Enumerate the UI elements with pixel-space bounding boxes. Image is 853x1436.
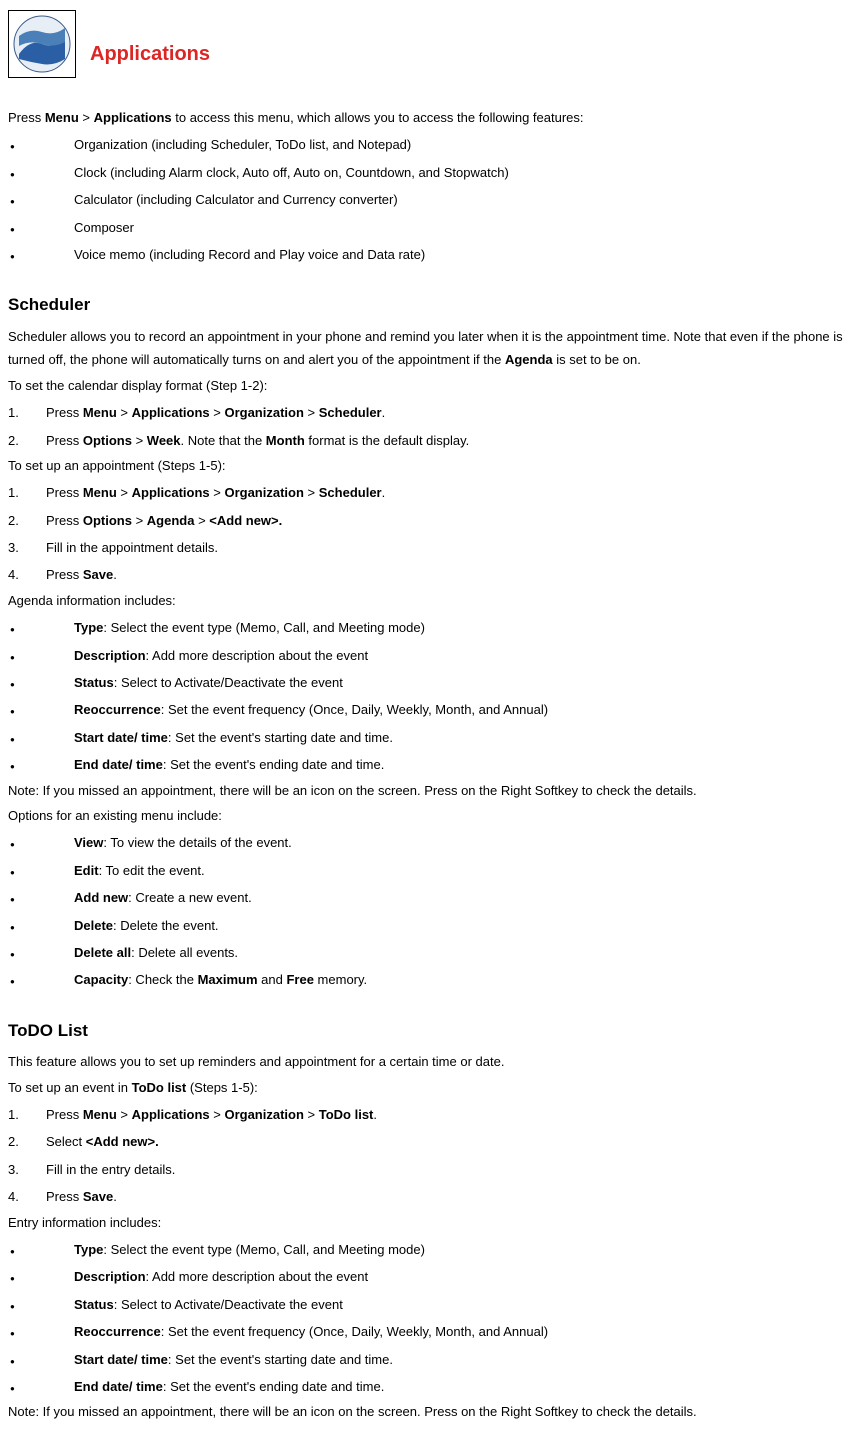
- list-item: 3.Fill in the entry details.: [8, 1156, 845, 1183]
- list-item: ●Organization (including Scheduler, ToDo…: [8, 131, 845, 158]
- page-title: Applications: [90, 36, 210, 72]
- list-item: 1.Press Menu > Applications > Organizati…: [8, 399, 845, 426]
- todo-steps: 1.Press Menu > Applications > Organizati…: [8, 1101, 845, 1211]
- list-item: 4.Press Save.: [8, 561, 845, 588]
- scheduler-calendar-steps: 1.Press Menu > Applications > Organizati…: [8, 399, 845, 454]
- list-item: ●Start date/ time: Set the event's start…: [8, 724, 845, 751]
- list-item: 1.Press Menu > Applications > Organizati…: [8, 1101, 845, 1128]
- list-item: ●End date/ time: Set the event's ending …: [8, 751, 845, 778]
- list-item: 2.Press Options > Week. Note that the Mo…: [8, 427, 845, 454]
- list-item: ●Calculator (including Calculator and Cu…: [8, 186, 845, 213]
- list-item: 4.Press Save.: [8, 1183, 845, 1210]
- scheduler-calendar-intro: To set the calendar display format (Step…: [8, 374, 845, 397]
- scheduler-heading: Scheduler: [8, 290, 845, 321]
- list-item: ●View: To view the details of the event.: [8, 829, 845, 856]
- applications-icon: [8, 10, 76, 78]
- list-item: ●Status: Select to Activate/Deactivate t…: [8, 669, 845, 696]
- agenda-intro: Agenda information includes:: [8, 589, 845, 612]
- list-item: ●Composer: [8, 214, 845, 241]
- todo-setup-intro: To set up an event in ToDo list (Steps 1…: [8, 1076, 845, 1099]
- entry-list: ●Type: Select the event type (Memo, Call…: [8, 1236, 845, 1400]
- entry-intro: Entry information includes:: [8, 1211, 845, 1234]
- list-item: ●Description: Add more description about…: [8, 1263, 845, 1290]
- list-item: ●Clock (including Alarm clock, Auto off,…: [8, 159, 845, 186]
- page-header: Applications: [8, 10, 845, 78]
- list-item: ●Start date/ time: Set the event's start…: [8, 1346, 845, 1373]
- list-item: ●Description: Add more description about…: [8, 642, 845, 669]
- list-item: ●Edit: To edit the event.: [8, 857, 845, 884]
- todo-note: Note: If you missed an appointment, ther…: [8, 1400, 845, 1423]
- list-item: 3.Fill in the appointment details.: [8, 534, 845, 561]
- options-intro: Options for an existing menu include:: [8, 804, 845, 827]
- list-item: 2.Press Options > Agenda > <Add new>.: [8, 507, 845, 534]
- agenda-list: ●Type: Select the event type (Memo, Call…: [8, 614, 845, 778]
- list-item: 1.Press Menu > Applications > Organizati…: [8, 479, 845, 506]
- todo-desc: This feature allows you to set up remind…: [8, 1050, 845, 1073]
- intro-text: Press Menu > Applications to access this…: [8, 106, 845, 129]
- scheduler-appt-steps: 1.Press Menu > Applications > Organizati…: [8, 479, 845, 589]
- scheduler-desc: Scheduler allows you to record an appoin…: [8, 325, 845, 372]
- list-item: ●Reoccurrence: Set the event frequency (…: [8, 696, 845, 723]
- list-item: ●Add new: Create a new event.: [8, 884, 845, 911]
- list-item: ●Type: Select the event type (Memo, Call…: [8, 614, 845, 641]
- list-item: ●Capacity: Check the Maximum and Free me…: [8, 966, 845, 993]
- list-item: ●Voice memo (including Record and Play v…: [8, 241, 845, 268]
- list-item: ●Reoccurrence: Set the event frequency (…: [8, 1318, 845, 1345]
- list-item: ●Delete: Delete the event.: [8, 912, 845, 939]
- options-list: ●View: To view the details of the event.…: [8, 829, 845, 993]
- list-item: ●End date/ time: Set the event's ending …: [8, 1373, 845, 1400]
- todo-heading: ToDO List: [8, 1016, 845, 1047]
- scheduler-appt-intro: To set up an appointment (Steps 1-5):: [8, 454, 845, 477]
- features-list: ●Organization (including Scheduler, ToDo…: [8, 131, 845, 268]
- scheduler-note: Note: If you missed an appointment, ther…: [8, 779, 845, 802]
- list-item: ●Status: Select to Activate/Deactivate t…: [8, 1291, 845, 1318]
- list-item: ●Delete all: Delete all events.: [8, 939, 845, 966]
- list-item: ●Type: Select the event type (Memo, Call…: [8, 1236, 845, 1263]
- list-item: 2.Select <Add new>.: [8, 1128, 845, 1155]
